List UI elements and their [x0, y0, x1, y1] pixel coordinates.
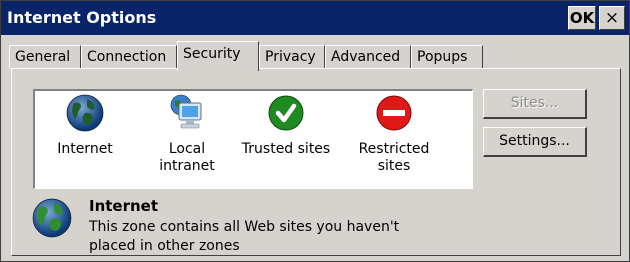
close-button[interactable]: × — [599, 6, 625, 30]
zone-label: Local intranet — [159, 141, 215, 174]
tab-privacy[interactable]: Privacy — [259, 45, 325, 69]
globe-icon — [32, 198, 72, 238]
title-bar: Internet Options OK × — [1, 1, 629, 35]
settings-button[interactable]: Settings... — [483, 127, 587, 157]
globe-icon — [66, 94, 104, 132]
tab-connection[interactable]: Connection — [81, 45, 177, 69]
ok-button[interactable]: OK — [568, 6, 596, 30]
tab-popups[interactable]: Popups — [411, 45, 483, 69]
computer-globe-icon — [170, 94, 202, 129]
tab-advanced[interactable]: Advanced — [325, 45, 411, 69]
zone-label: Internet — [57, 141, 113, 157]
sites-button[interactable]: Sites... — [483, 89, 587, 119]
zone-trusted-sites[interactable]: Trusted sites — [231, 93, 341, 158]
tab-security[interactable]: Security — [177, 41, 259, 71]
zone-internet[interactable]: Internet — [37, 93, 133, 158]
selected-zone-description: This zone contains all Web sites you hav… — [89, 219, 400, 254]
zone-local-intranet[interactable]: Local intranet — [139, 93, 235, 175]
tab-general[interactable]: General — [9, 45, 81, 69]
green-check-icon — [268, 95, 304, 131]
zone-label: Trusted sites — [241, 141, 331, 157]
red-no-entry-icon — [376, 95, 412, 131]
window-title: Internet Options — [7, 8, 157, 27]
zone-label: Restricted sites — [358, 141, 430, 174]
selected-zone-title: Internet — [89, 197, 159, 215]
internet-options-window: Internet Options OK × General Connection… — [0, 0, 630, 262]
zone-restricted-sites[interactable]: Restricted sites — [345, 93, 443, 175]
tab-strip: General Connection Security Privacy Adva… — [1, 41, 629, 71]
zone-list[interactable]: Internet Local intranet Trusted sites Re… — [33, 89, 473, 189]
